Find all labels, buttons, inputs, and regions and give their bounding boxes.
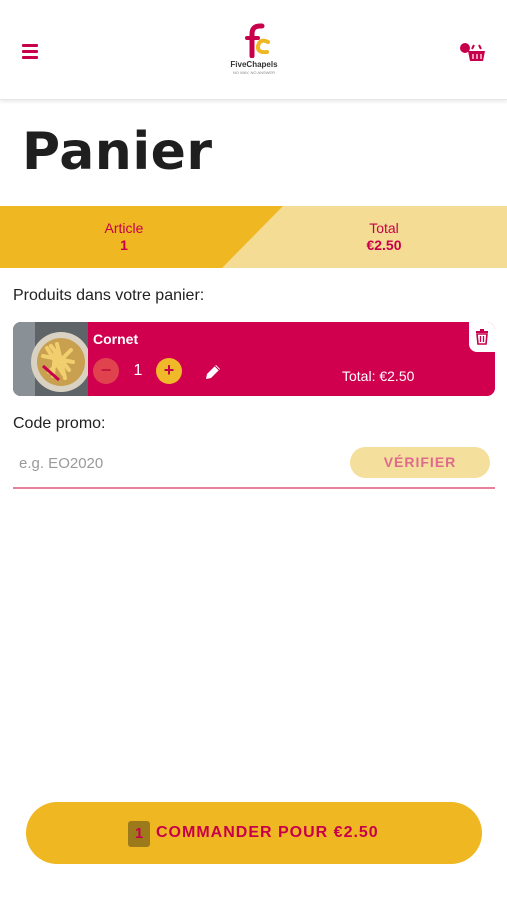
summary-article-value: 1 — [120, 237, 128, 253]
checkout-item-count: 1 — [128, 821, 150, 847]
logo-name: FiveChapels — [230, 60, 278, 69]
summary-total-label: Total — [369, 220, 399, 236]
checkout-label: COMMANDER POUR €2.50 — [156, 824, 379, 841]
brand-logo[interactable]: FiveChapels NO WAY, NO ANSWER — [222, 22, 286, 78]
products-section-label: Produits dans votre panier: — [13, 287, 205, 304]
page-title: Panier — [22, 122, 213, 182]
hamburger-menu-icon[interactable] — [22, 44, 38, 59]
summary-total: Total €2.50 — [324, 220, 444, 253]
summary-article-label: Article — [104, 220, 144, 236]
verify-promo-button[interactable]: VÉRIFIER — [350, 447, 490, 478]
product-image — [13, 322, 88, 396]
item-total: Total: €2.50 — [342, 368, 415, 384]
promo-code-input[interactable] — [13, 444, 343, 482]
promo-code-label: Code promo: — [13, 415, 106, 432]
pencil-icon[interactable] — [203, 362, 223, 382]
promo-input-underline — [13, 487, 495, 489]
item-quantity: 1 — [133, 362, 143, 379]
item-name: Cornet — [93, 331, 139, 347]
increase-quantity-button[interactable]: + — [156, 358, 182, 384]
trash-icon[interactable] — [469, 322, 495, 352]
summary-total-value: €2.50 — [366, 237, 402, 253]
app-header: FiveChapels NO WAY, NO ANSWER — [0, 0, 507, 100]
summary-article: Article 1 — [64, 220, 184, 253]
logo-tagline: NO WAY, NO ANSWER — [233, 70, 275, 75]
cart-summary-banner: Article 1 Total €2.50 — [0, 206, 507, 268]
checkout-button[interactable]: 1 COMMANDER POUR €2.50 — [26, 802, 482, 864]
logo-mark-icon — [245, 23, 270, 58]
decrease-quantity-button[interactable]: − — [93, 358, 119, 384]
cart-item-card: Cornet − 1 + Total: €2.50 — [13, 322, 495, 396]
basket-icon[interactable] — [459, 42, 487, 64]
